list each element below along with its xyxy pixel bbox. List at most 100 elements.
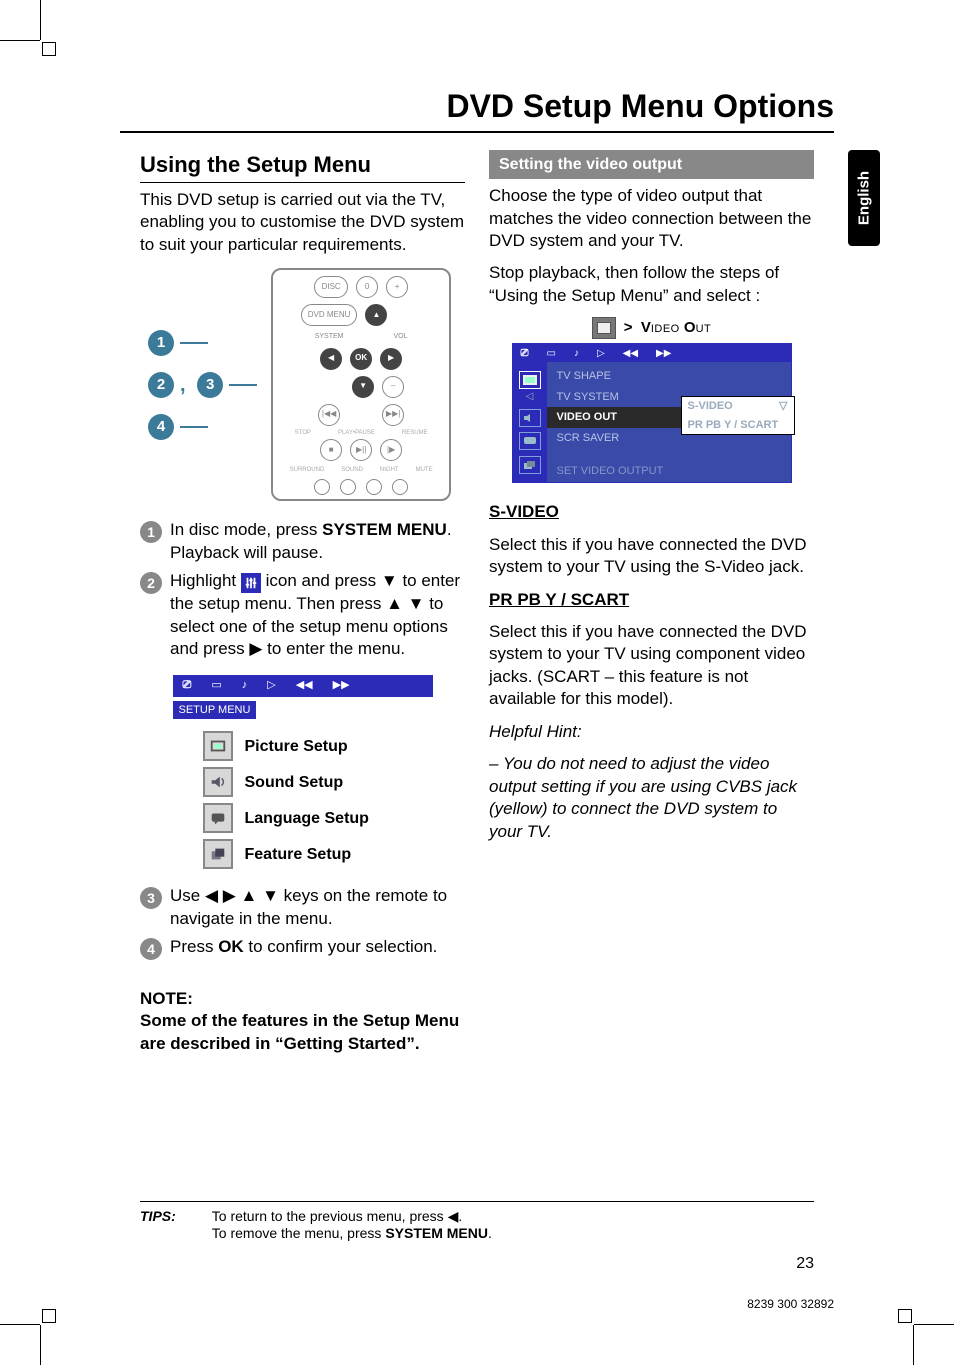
sidebar-feature-icon <box>519 456 541 474</box>
setup-menu-label: SETUP MENU <box>173 701 257 720</box>
content-columns: Using the Setup Menu This DVD setup is c… <box>140 150 814 1165</box>
callout-2-3: 2 , 3 <box>148 372 257 398</box>
helpful-hint-label: Helpful Hint: <box>489 721 814 743</box>
remote-right-button: ▶ <box>380 348 402 370</box>
video-out-sidebar: ◁ <box>513 362 547 482</box>
setup-menu-topbar: ⎚ ▭ ♪ ▷ ◀◀ ▶▶ <box>173 675 433 697</box>
right-column: Setting the video output Choose the type… <box>489 150 814 1165</box>
step-3-text: Use ◀ ▶ ▲ ▼ keys on the remote to naviga… <box>170 885 465 930</box>
video-out-diagram: > Video Out ⎚ ▭ ♪ ▷ ◀◀ ▶▶ <box>512 317 792 483</box>
menu-item-label: Picture Setup <box>245 736 348 757</box>
remote-down-button: ▼ <box>352 376 374 398</box>
step-1-bold: SYSTEM MENU <box>322 520 447 539</box>
setup-menu-diagram: ⎚ ▭ ♪ ▷ ◀◀ ▶▶ SETUP MENU Picture Setup <box>173 675 433 870</box>
remote-round-btn <box>366 479 382 495</box>
language-icon <box>203 803 233 833</box>
crop-mark <box>0 0 60 60</box>
step-4-text-a: Press <box>170 937 218 956</box>
topbar-icon: ▶▶ <box>333 678 350 693</box>
step-3: 3 Use ◀ ▶ ▲ ▼ keys on the remote to navi… <box>140 885 465 930</box>
remote-resume-label: RESUME <box>402 430 428 438</box>
callout-badge-1: 1 <box>148 330 174 356</box>
tips-line-2b: . <box>488 1225 492 1241</box>
menu-row-tv-shape: TV SHAPE <box>547 366 791 387</box>
remote-vol-label: VOL <box>394 332 408 341</box>
sound-icon <box>203 767 233 797</box>
note-block: NOTE: Some of the features in the Setup … <box>140 988 465 1055</box>
remote-playpause-button: ▶|| <box>350 439 372 461</box>
remote-playpause-label: PLAY•PAUSE <box>338 430 375 438</box>
left-column: Using the Setup Menu This DVD setup is c… <box>140 150 465 1165</box>
remote-round-btn <box>340 479 356 495</box>
callout-1: 1 <box>148 330 257 356</box>
tips-label: TIPS: <box>140 1208 176 1241</box>
document-number: 8239 300 32892 <box>747 1297 834 1311</box>
step-4-bold: OK <box>218 937 244 956</box>
topbar-icon: ◀◀ <box>296 678 313 693</box>
remote-night-label: NIGHT <box>380 467 399 475</box>
menu-item-label: Feature Setup <box>245 844 352 865</box>
callout-badge-4: 4 <box>148 414 174 440</box>
remote-zero-button: 0 <box>356 276 378 298</box>
callout-4: 4 <box>148 414 257 440</box>
callout-leader <box>229 384 257 386</box>
remote-mute-label: MUTE <box>416 467 433 475</box>
page-header: DVD Setup Menu Options <box>120 88 834 133</box>
video-output-p1: Choose the type of video output that mat… <box>489 185 814 252</box>
step-4: 4 Press OK to confirm your selection. <box>140 936 465 960</box>
topbar-icon: ▶▶ <box>656 347 671 360</box>
topbar-icon: ▷ <box>267 678 275 693</box>
note-body: Some of the features in the Setup Menu a… <box>140 1010 465 1055</box>
popup-option-svideo: S-VIDEO ▽ <box>682 397 794 416</box>
picture-icon <box>203 731 233 761</box>
callout-leader <box>180 342 208 344</box>
svideo-paragraph: Select this if you have connected the DV… <box>489 534 814 579</box>
video-out-topbar: ⎚ ▭ ♪ ▷ ◀◀ ▶▶ <box>513 344 791 362</box>
remote-plus-button: + <box>386 276 408 298</box>
feature-icon <box>203 839 233 869</box>
topbar-icon: ▭ <box>211 678 221 693</box>
remote-sound-label: SOUND <box>341 467 363 475</box>
step-badge-1: 1 <box>140 521 162 543</box>
note-label: NOTE: <box>140 988 465 1010</box>
diagram-callouts: 1 2 , 3 4 <box>148 330 257 440</box>
remote-resume-button: |▶ <box>380 439 402 461</box>
menu-item-feature-setup: Feature Setup <box>203 839 433 869</box>
page-title: DVD Setup Menu Options <box>120 88 834 125</box>
tips-line-1: To return to the previous menu, press ◀. <box>212 1208 492 1225</box>
crop-mark <box>0 1305 60 1365</box>
step-2-text-a: Highlight <box>170 571 241 590</box>
video-out-title: > Video Out <box>512 317 792 339</box>
video-out-main: TV SHAPE TV SYSTEM VIDEO OUT ◀ SCR SAVER… <box>547 362 791 482</box>
tips-line-2a: To remove the menu, press <box>212 1225 386 1241</box>
menu-footer: SET VIDEO OUTPUT <box>557 464 664 479</box>
topbar-icon: ♪ <box>242 678 248 693</box>
remote-round-btn <box>392 479 408 495</box>
step-1: 1 In disc mode, press SYSTEM MENU. Playb… <box>140 519 465 564</box>
crop-mark <box>894 1305 954 1365</box>
setup-icon <box>241 573 261 593</box>
page-number: 23 <box>796 1255 814 1273</box>
menu-item-label: Sound Setup <box>245 772 344 793</box>
menu-item-language-setup: Language Setup <box>203 803 433 833</box>
menu-item-sound-setup: Sound Setup <box>203 767 433 797</box>
topbar-sliders-icon: ⎚ <box>183 678 192 693</box>
remote-stop-label: STOP <box>295 430 311 438</box>
remote-diagram: 1 2 , 3 4 DISC <box>140 268 465 501</box>
callout-leader <box>180 426 208 428</box>
menu-item-picture-setup: Picture Setup <box>203 731 433 761</box>
picture-setup-icon <box>592 317 616 339</box>
tips-body: To return to the previous menu, press ◀.… <box>212 1208 492 1241</box>
topbar-icon: ▷ <box>597 347 605 360</box>
step-badge-4: 4 <box>140 938 162 960</box>
prpby-paragraph: Select this if you have connected the DV… <box>489 621 814 711</box>
language-tab: English <box>848 150 880 246</box>
step-2: 2 Highlight icon and press ▼ to <box>140 570 465 660</box>
sliders-icon <box>244 576 258 590</box>
video-output-p2: Stop playback, then follow the steps of … <box>489 262 814 307</box>
remote-ok-button: OK <box>350 348 372 370</box>
menu-item-label: Language Setup <box>245 808 369 829</box>
topbar-icon: ◀◀ <box>623 347 638 360</box>
subsection-video-output: Setting the video output <box>489 150 814 179</box>
intro-paragraph: This DVD setup is carried out via the TV… <box>140 189 465 256</box>
